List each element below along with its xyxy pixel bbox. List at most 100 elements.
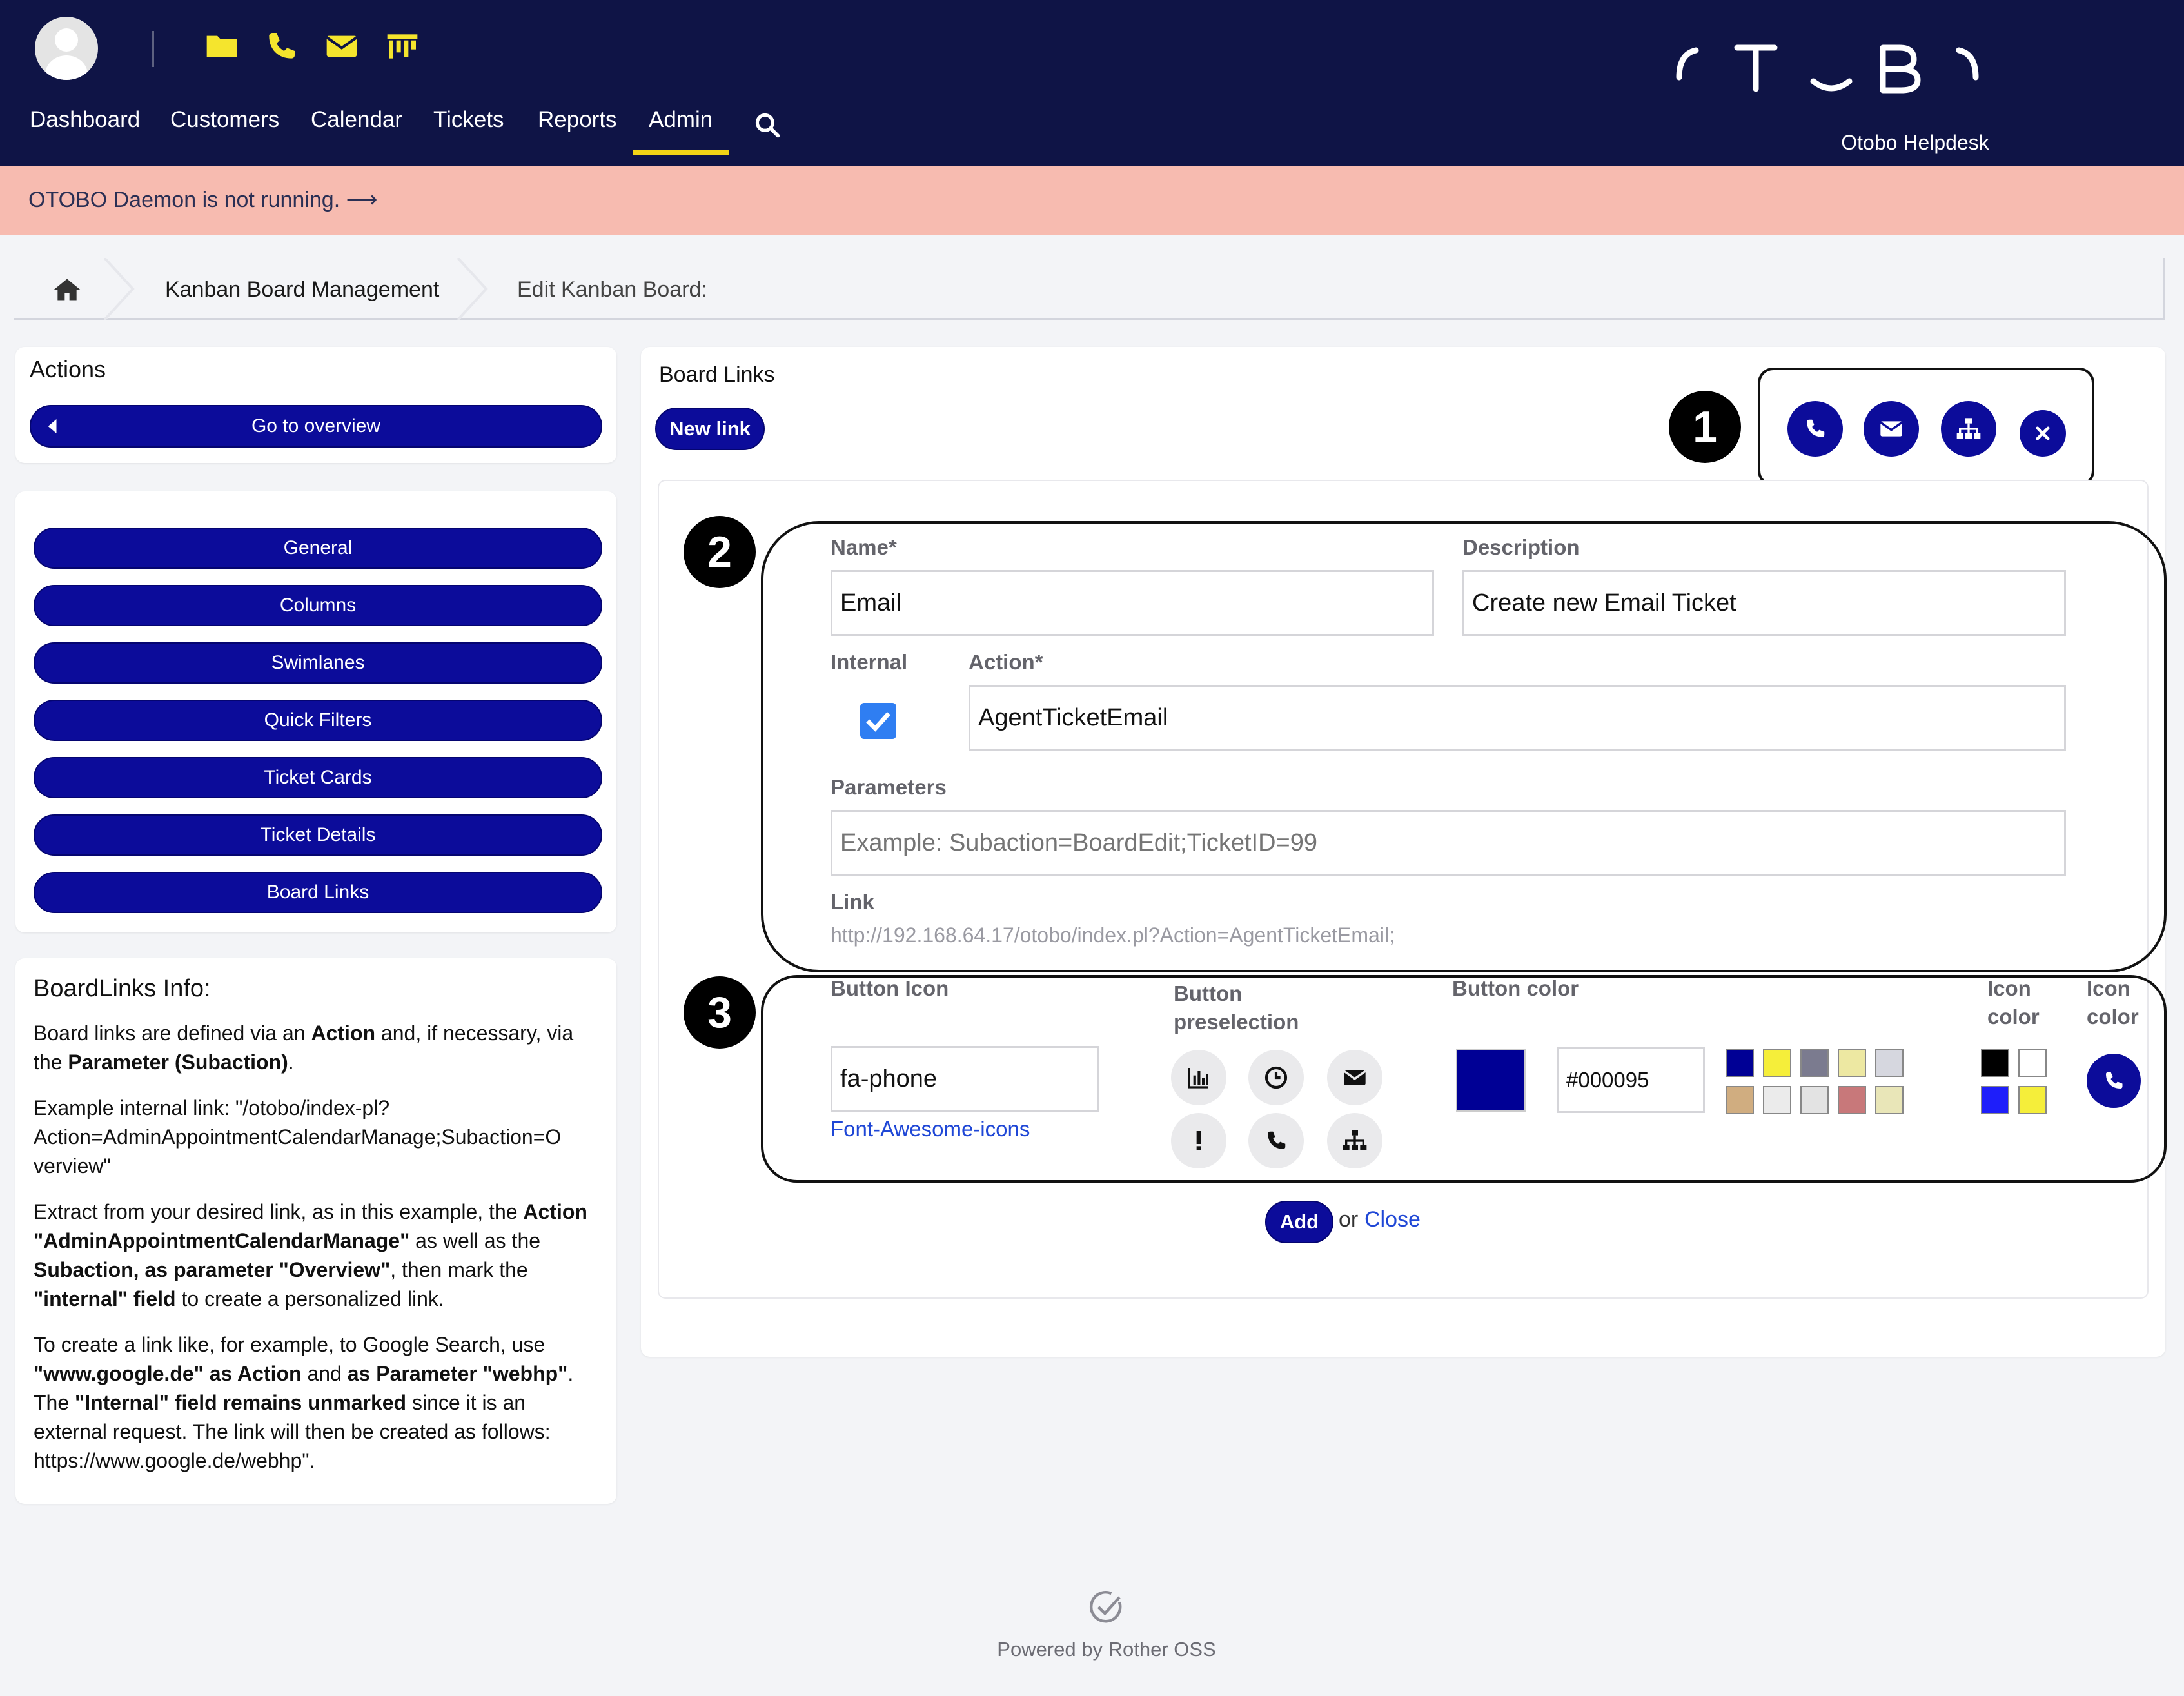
button-color-input[interactable]: #000095 <box>1557 1047 1705 1113</box>
sitemap-icon <box>1343 1130 1367 1150</box>
active-nav-indicator <box>633 150 729 155</box>
caret-left-icon <box>48 419 57 433</box>
kanban-icon[interactable] <box>384 28 420 64</box>
button-color-preview[interactable] <box>1456 1049 1526 1112</box>
avatar[interactable] <box>35 17 98 80</box>
preselect-email-button[interactable] <box>1327 1050 1382 1105</box>
nav-dashboard[interactable]: Dashboard <box>30 107 140 139</box>
action-label: Action* <box>969 650 1043 674</box>
menu-columns-button[interactable]: Columns <box>34 585 602 626</box>
color-swatch[interactable] <box>1800 1086 1829 1114</box>
action-input[interactable]: AgentTicketEmail <box>969 685 2066 751</box>
callout-number-3: 3 <box>684 976 756 1049</box>
daemon-warning-link[interactable]: OTOBO Daemon is not running. ⟶ <box>28 187 377 213</box>
menu-board-links-button[interactable]: Board Links <box>34 872 602 913</box>
preview-email-button[interactable] <box>1864 401 1919 457</box>
nav-calendar[interactable]: Calendar <box>311 107 402 139</box>
or-text: or <box>1339 1207 1359 1232</box>
otobo-logo <box>1676 44 1979 94</box>
icon-color-swatch[interactable] <box>1981 1049 2009 1077</box>
internal-label: Internal <box>831 650 908 674</box>
preview-sitemap-button[interactable] <box>1941 401 1996 457</box>
exclamation-icon <box>1196 1131 1201 1150</box>
menu-ticket-cards-button[interactable]: Ticket Cards <box>34 757 602 798</box>
folder-icon[interactable] <box>204 28 240 64</box>
rother-oss-logo-icon <box>1089 1590 1122 1623</box>
breadcrumb-separator <box>103 258 135 320</box>
icon-preview-button <box>2087 1054 2141 1108</box>
name-label: Name* <box>831 535 897 559</box>
phone-icon <box>2106 1072 2123 1089</box>
close-link[interactable]: Close <box>1364 1207 1421 1232</box>
divider <box>152 31 154 67</box>
home-icon[interactable] <box>53 276 81 303</box>
breadcrumb-separator <box>457 258 488 320</box>
icon-color-swatch[interactable] <box>2018 1049 2047 1077</box>
nav-admin[interactable]: Admin <box>649 107 713 139</box>
menu-quick-filters-button[interactable]: Quick Filters <box>34 700 602 741</box>
color-swatch[interactable] <box>1726 1086 1754 1114</box>
color-swatch[interactable] <box>1838 1049 1866 1077</box>
name-input[interactable]: Email <box>831 570 1434 636</box>
color-swatch[interactable] <box>1875 1049 1904 1077</box>
color-swatch[interactable] <box>1726 1049 1754 1077</box>
color-swatch[interactable] <box>1800 1049 1829 1077</box>
add-button[interactable]: Add <box>1265 1201 1333 1243</box>
menu-general-button[interactable]: General <box>34 528 602 569</box>
preselect-sitemap-button[interactable] <box>1327 1113 1382 1168</box>
color-swatch[interactable] <box>1763 1086 1791 1114</box>
internal-checkbox[interactable] <box>860 703 896 739</box>
link-label: Link <box>831 890 874 914</box>
icon-color-swatch[interactable] <box>2018 1086 2047 1114</box>
phone-icon[interactable] <box>263 28 299 64</box>
icon-color-swatch[interactable] <box>1981 1086 2009 1114</box>
breadcrumb-kanban-management[interactable]: Kanban Board Management <box>165 277 439 302</box>
parameters-input[interactable] <box>831 810 2066 876</box>
parameters-label: Parameters <box>831 775 947 799</box>
preview-close-button[interactable] <box>2020 410 2066 457</box>
color-swatch[interactable] <box>1875 1086 1904 1114</box>
nav-reports[interactable]: Reports <box>538 107 617 139</box>
preselect-chart-button[interactable] <box>1171 1050 1226 1105</box>
icon-color-label-line1: Icon <box>1987 976 2031 1000</box>
go-to-overview-button[interactable]: Go to overview <box>30 405 602 448</box>
sitemap-icon <box>1956 418 1981 439</box>
new-link-button[interactable]: New link <box>655 408 765 450</box>
logo-subtitle: Otobo Helpdesk <box>1841 131 1989 154</box>
checkmark-icon <box>866 711 890 732</box>
menu-ticket-details-button[interactable]: Ticket Details <box>34 814 602 856</box>
button-color-label: Button color <box>1452 976 1579 1000</box>
icon-color-preview-label-line1: Icon <box>2087 976 2130 1000</box>
footer-powered-by: Powered by Rother OSS <box>997 1638 1216 1661</box>
button-preselection-label-line1: Button <box>1174 981 1243 1005</box>
link-preview-text: http://192.168.64.17/otobo/index.pl?Acti… <box>831 923 1395 947</box>
nav-tickets[interactable]: Tickets <box>433 107 504 139</box>
font-awesome-icons-link[interactable]: Font-Awesome-icons <box>831 1117 1030 1141</box>
button-icon-label: Button Icon <box>831 976 949 1000</box>
phone-icon <box>1807 419 1825 437</box>
envelope-icon[interactable] <box>324 28 360 64</box>
info-title: BoardLinks Info: <box>34 975 211 1002</box>
preselect-exclamation-button[interactable] <box>1171 1113 1226 1168</box>
icon-color-preview-label-line2: color <box>2087 1005 2139 1029</box>
bar-chart-icon <box>1188 1068 1208 1089</box>
search-icon[interactable] <box>753 111 782 139</box>
menu-swimlanes-button[interactable]: Swimlanes <box>34 642 602 684</box>
envelope-icon <box>1880 421 1903 437</box>
info-text: Board links are defined via an Action an… <box>34 1021 587 1472</box>
color-swatch[interactable] <box>1763 1049 1791 1077</box>
close-icon <box>2036 426 2050 440</box>
callout-number-2: 2 <box>684 516 756 588</box>
nav-customers[interactable]: Customers <box>170 107 279 139</box>
phone-icon <box>1268 1131 1286 1149</box>
go-to-overview-label: Go to overview <box>251 415 381 437</box>
breadcrumb-edit-board: Edit Kanban Board: <box>517 277 707 302</box>
board-links-title: Board Links <box>659 362 775 387</box>
color-swatch[interactable] <box>1838 1086 1866 1114</box>
preselect-phone-button[interactable] <box>1248 1113 1304 1168</box>
actions-title: Actions <box>30 356 106 382</box>
button-icon-input[interactable]: fa-phone <box>831 1046 1099 1112</box>
preselect-clock-button[interactable] <box>1248 1050 1304 1105</box>
description-input[interactable]: Create new Email Ticket <box>1462 570 2066 636</box>
preview-phone-button[interactable] <box>1787 401 1843 457</box>
